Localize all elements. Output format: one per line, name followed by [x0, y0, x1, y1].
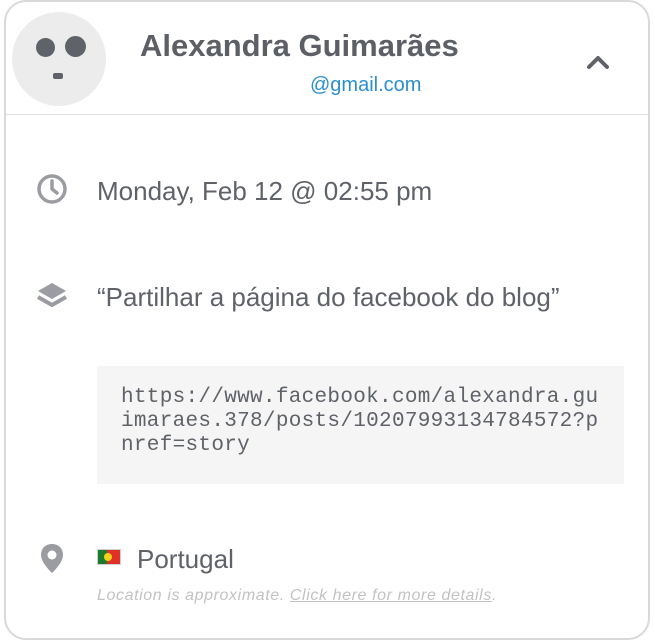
contact-email[interactable]: @gmail.com [310, 74, 421, 97]
url-block: https://www.facebook.com/alexandra.guima… [97, 366, 624, 484]
chevron-up-icon[interactable] [586, 52, 610, 72]
location-note: Location is approximate. Click here for … [97, 587, 497, 605]
location-details-link[interactable]: Click here for more details [290, 587, 492, 604]
card-header[interactable]: Alexandra Guimarães @gmail.com [6, 2, 648, 115]
map-pin-icon [41, 544, 63, 573]
avatar-eye-left [36, 38, 55, 57]
avatar-mouth [53, 73, 63, 79]
location-link-suffix: . [491, 587, 497, 604]
layers-icon [37, 283, 67, 307]
location-country: Portugal [137, 544, 234, 574]
contact-card: Alexandra Guimarães @gmail.com Monday, F… [4, 0, 650, 640]
event-datetime: Monday, Feb 12 @ 02:55 pm [97, 176, 433, 206]
task-title: “Partilhar a página do facebook do blog” [97, 282, 560, 312]
contact-name: Alexandra Guimarães [140, 28, 459, 63]
portugal-flag-icon [97, 549, 121, 565]
clock-icon [37, 174, 67, 204]
avatar [12, 12, 106, 106]
location-note-text: Location is approximate. [97, 587, 285, 604]
avatar-eye-right [65, 36, 86, 57]
